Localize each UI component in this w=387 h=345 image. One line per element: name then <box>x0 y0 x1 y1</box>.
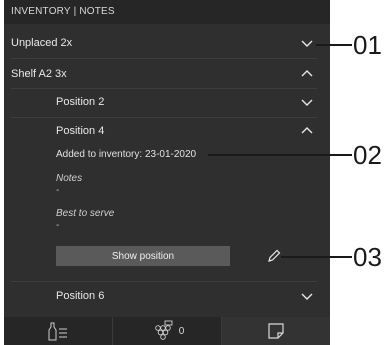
show-position-button[interactable]: Show position <box>56 246 230 266</box>
callout-01: 01 <box>353 30 382 60</box>
group-unplaced[interactable]: Unplaced 2x <box>4 31 330 55</box>
chevron-down-icon <box>301 293 313 300</box>
chevron-up-icon <box>301 70 313 77</box>
position-2-label: Position 2 <box>56 96 105 108</box>
group-shelf-label: Shelf A2 3x <box>11 68 67 80</box>
best-to-serve-value: - <box>56 220 60 231</box>
callout-line-02 <box>208 154 352 156</box>
chevron-down-icon <box>301 99 313 106</box>
position-4-row[interactable]: Position 4 <box>4 119 330 143</box>
position-2-row[interactable]: Position 2 <box>4 90 330 114</box>
position-6-row[interactable]: Position 6 <box>4 284 330 308</box>
bottle-list-icon <box>48 322 67 341</box>
grapes-icon <box>154 320 173 340</box>
tab-bottles[interactable] <box>4 317 113 345</box>
divider <box>11 58 317 59</box>
group-shelf-a2[interactable]: Shelf A2 3x <box>4 62 330 86</box>
notes-label: Notes <box>56 173 83 184</box>
note-icon <box>268 323 284 339</box>
tab-grapes[interactable]: 0 <box>113 317 222 345</box>
position-4-label: Position 4 <box>56 125 105 137</box>
callout-line-03 <box>281 256 352 258</box>
divider <box>11 281 317 282</box>
chevron-down-icon <box>301 40 313 47</box>
inventory-panel: INVENTORY | NOTES Unplaced 2x Shelf A2 3… <box>4 0 330 345</box>
divider <box>11 88 317 89</box>
pencil-icon[interactable] <box>266 248 282 264</box>
added-date: Added to inventory: 23-01-2020 <box>56 149 197 160</box>
chevron-up-icon <box>301 127 313 134</box>
notes-value: - <box>56 185 60 196</box>
callout-02: 02 <box>353 140 382 170</box>
panel-header: INVENTORY | NOTES <box>4 0 330 24</box>
position-6-label: Position 6 <box>56 290 105 302</box>
grapes-count: 0 <box>178 325 185 337</box>
bottom-tab-bar: 0 <box>4 317 330 345</box>
group-unplaced-label: Unplaced 2x <box>11 37 73 49</box>
divider <box>11 117 317 118</box>
callout-line-01 <box>316 44 352 46</box>
callout-03: 03 <box>353 242 382 272</box>
tab-notes[interactable] <box>222 317 330 345</box>
best-to-serve-label: Best to serve <box>56 208 115 219</box>
